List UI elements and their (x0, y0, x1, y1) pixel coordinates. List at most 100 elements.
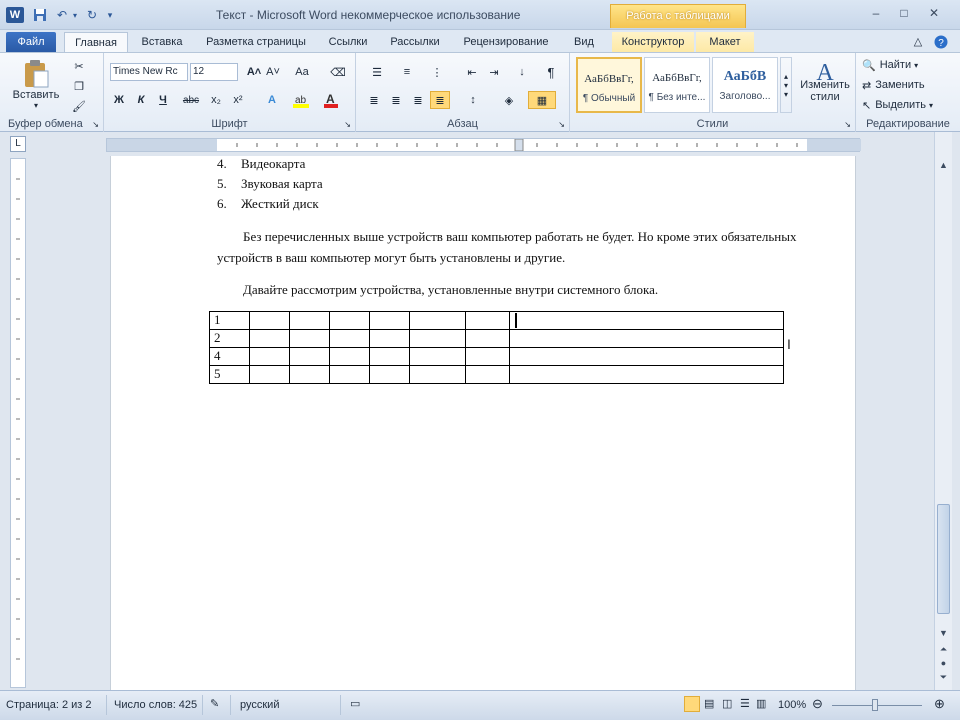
style-no-spacing[interactable]: АаБбВвГг, ¶ Без инте... (644, 57, 710, 113)
font-name-field[interactable]: Times New Rc (110, 63, 188, 81)
table-cell[interactable] (509, 347, 784, 366)
table-cell[interactable] (409, 311, 466, 330)
proofing-icon[interactable]: ✎ (210, 697, 219, 710)
styles-scroll-icon[interactable]: ▴ ▾ ▾ (780, 57, 792, 113)
replace-button[interactable]: ⇄ Заменить (862, 77, 925, 93)
table-cell[interactable] (509, 311, 784, 330)
font-size-field[interactable]: 12 (190, 63, 238, 81)
tab-insert[interactable]: Вставка (134, 32, 190, 52)
collapse-ribbon-icon[interactable]: △ (910, 32, 926, 52)
shrink-font-button[interactable]: A˅ (264, 63, 282, 81)
table-cell[interactable] (509, 365, 784, 384)
align-right-icon[interactable]: ≣ (408, 91, 428, 109)
undo-dropdown-icon[interactable]: ▾ (70, 7, 80, 23)
paragraph-launcher-icon[interactable]: ↘ (558, 120, 565, 129)
table-cell[interactable] (409, 365, 466, 384)
previous-page-icon[interactable]: ⏶ (937, 642, 950, 656)
bold-button[interactable]: Ж (110, 91, 128, 109)
table-cell[interactable] (329, 311, 370, 330)
table-cell[interactable] (249, 329, 290, 348)
table-cell[interactable]: 2 (209, 329, 250, 348)
table-cell[interactable] (289, 329, 330, 348)
document-page[interactable]: 4. Видеокарта 5. Звуковая карта 6. Жесткий … (110, 156, 856, 690)
tab-table-layout[interactable]: Макет (696, 32, 754, 52)
language-indicator[interactable]: русский (240, 699, 279, 711)
copy-icon[interactable]: ❐ (70, 77, 88, 95)
grow-font-button[interactable]: A˄ (244, 63, 264, 81)
table-cell[interactable] (329, 329, 370, 348)
save-icon[interactable] (32, 7, 48, 23)
table-cell[interactable] (289, 311, 330, 330)
tab-home[interactable]: Главная (64, 32, 128, 52)
next-page-icon[interactable]: ⏷ (937, 670, 950, 684)
browse-object-icon[interactable]: ● (937, 656, 950, 670)
tab-file[interactable]: Файл (6, 32, 56, 52)
web-layout-icon[interactable]: ◫ (722, 697, 732, 710)
table-cell[interactable] (465, 329, 510, 348)
line-spacing-icon[interactable]: ↕ (460, 91, 486, 109)
find-button[interactable]: 🔍 Найти ▾ (862, 57, 918, 73)
multilevel-list-icon[interactable]: ⋮ (424, 63, 450, 81)
table-cell[interactable] (369, 311, 410, 330)
table-cell[interactable] (409, 347, 466, 366)
page-count[interactable]: Страница: 2 из 2 (6, 699, 92, 711)
customize-quick-access-icon[interactable]: ▾ (104, 7, 116, 23)
table-cell[interactable] (249, 347, 290, 366)
align-center-icon[interactable]: ≣ (386, 91, 406, 109)
zoom-out-icon[interactable]: ⊖ (812, 696, 823, 712)
bullets-icon[interactable]: ☰ (364, 63, 390, 81)
table-cell[interactable] (369, 347, 410, 366)
table-cell[interactable] (409, 329, 466, 348)
tab-table-design[interactable]: Конструктор (612, 32, 694, 52)
table-cell[interactable] (329, 347, 370, 366)
scroll-down-icon[interactable]: ▼ (937, 626, 950, 640)
document-table[interactable]: 1 2 4 5 (209, 311, 784, 384)
align-left-icon[interactable]: ≣ (364, 91, 384, 109)
table-cell[interactable] (369, 329, 410, 348)
font-launcher-icon[interactable]: ↘ (344, 120, 351, 129)
outline-view-icon[interactable]: ☰ (740, 697, 750, 710)
paste-dropdown-icon[interactable]: ▾ (34, 101, 38, 110)
text-effects-icon[interactable]: A (262, 91, 282, 109)
clipboard-launcher-icon[interactable]: ↘ (92, 120, 99, 129)
tab-mailings[interactable]: Рассылки (382, 32, 448, 52)
print-layout-view-icon[interactable] (684, 696, 700, 712)
zoom-slider-handle[interactable] (872, 699, 878, 711)
vertical-ruler[interactable] (10, 158, 26, 688)
change-styles-button[interactable]: A Изменить стили (798, 55, 852, 115)
macro-record-icon[interactable]: ▭ (350, 697, 360, 710)
zoom-level[interactable]: 100% (778, 699, 806, 711)
table-cell[interactable]: 4 (209, 347, 250, 366)
strikethrough-button[interactable]: abc (180, 91, 202, 109)
change-case-button[interactable]: Aa (290, 63, 314, 81)
table-cell[interactable] (289, 365, 330, 384)
undo-icon[interactable]: ↶ (54, 7, 70, 23)
decrease-indent-icon[interactable]: ⇤ (462, 63, 482, 81)
draft-view-icon[interactable]: ▥ (756, 697, 766, 710)
close-button[interactable]: ✕ (922, 6, 946, 24)
tab-page-layout[interactable]: Разметка страницы (196, 32, 316, 52)
table-cell[interactable] (369, 365, 410, 384)
table-cell[interactable] (465, 347, 510, 366)
styles-launcher-icon[interactable]: ↘ (844, 120, 851, 129)
word-app-icon[interactable]: W (6, 7, 24, 23)
subscript-button[interactable]: x₂ (206, 91, 226, 109)
table-cell[interactable] (465, 365, 510, 384)
full-screen-reading-icon[interactable]: ▤ (704, 697, 714, 710)
redo-icon[interactable]: ↻ (84, 7, 100, 23)
justify-icon[interactable]: ≣ (430, 91, 450, 109)
tab-selector-button[interactable]: L (10, 136, 26, 152)
sort-icon[interactable]: ↓ (512, 63, 532, 81)
select-button[interactable]: ↖ Выделить ▾ (862, 97, 933, 113)
scrollbar-thumb[interactable] (937, 504, 950, 614)
highlight-icon[interactable]: ab (290, 91, 312, 109)
table-cell[interactable] (249, 311, 290, 330)
shading-icon[interactable]: ◈ (496, 91, 522, 109)
paste-button[interactable]: Вставить ▾ (8, 55, 64, 113)
table-cell[interactable] (329, 365, 370, 384)
format-painter-icon[interactable]: 🖌 (70, 97, 88, 115)
table-cell[interactable]: 1 (209, 311, 250, 330)
scroll-up-icon[interactable]: ▲ (937, 158, 950, 172)
maximize-button[interactable]: □ (892, 6, 916, 24)
show-formatting-button[interactable]: ¶ (542, 63, 560, 81)
